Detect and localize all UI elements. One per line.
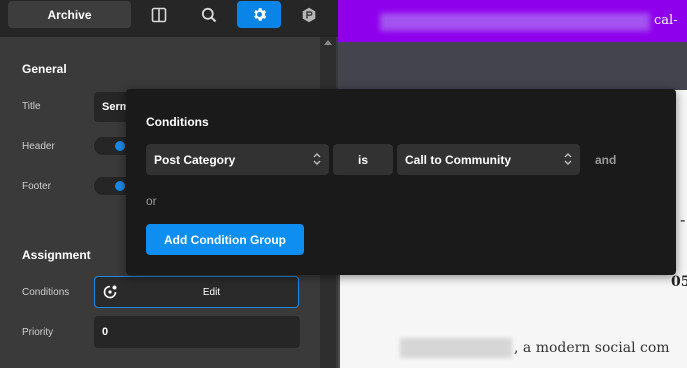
search-icon: [201, 7, 217, 23]
conditions-label: Conditions: [22, 287, 70, 298]
scroll-up-arrow-icon[interactable]: [324, 40, 332, 45]
priority-label: Priority: [22, 327, 54, 338]
condition-value-select[interactable]: Call to Community: [397, 144, 580, 175]
priority-input[interactable]: 0: [94, 316, 300, 348]
condition-operator[interactable]: is: [333, 144, 393, 175]
toggle-knob: [115, 141, 125, 151]
layout-button[interactable]: [137, 1, 181, 28]
settings-button[interactable]: [237, 1, 281, 28]
and-connector[interactable]: and: [595, 153, 616, 167]
header-label: Header: [22, 141, 55, 152]
title-label: Title: [22, 101, 41, 112]
content-body-text: , a modern social com: [514, 340, 670, 356]
content-number: 05: [671, 274, 687, 290]
add-condition-group-button[interactable]: Add Condition Group: [146, 224, 304, 255]
plugin-icon: [301, 7, 317, 23]
plugin-button[interactable]: [287, 1, 331, 28]
blurred-body-text: [400, 338, 512, 358]
section-title-general: General: [22, 62, 67, 76]
blurred-header-text: [380, 13, 650, 31]
popover-title: Conditions: [146, 115, 209, 129]
condition-field-select[interactable]: Post Category: [146, 144, 329, 175]
section-title-assignment: Assignment: [22, 248, 91, 262]
content-dash: -: [680, 210, 686, 229]
app-root: cal- - 05 , a modern social com Archive: [0, 0, 687, 368]
conditions-edit-field[interactable]: Edit: [94, 276, 299, 308]
or-separator: or: [146, 194, 157, 208]
settings-icon: [251, 6, 268, 23]
conditions-edit-button[interactable]: Edit: [95, 277, 298, 307]
toolbar-divider: [0, 35, 338, 37]
toggle-knob: [115, 181, 125, 191]
footer-label: Footer: [22, 181, 51, 192]
search-button[interactable]: [187, 1, 231, 28]
header-text-fragment: cal-: [654, 13, 678, 28]
condition-value-text: Call to Community: [405, 152, 512, 167]
sidebar-toolbar: Archive: [0, 0, 338, 35]
conditions-popover: Conditions Post Category is Call to Comm…: [126, 89, 676, 275]
updown-chevron-icon: [564, 152, 572, 166]
updown-chevron-icon: [313, 152, 321, 166]
condition-field-value: Post Category: [154, 152, 236, 167]
layout-icon: [151, 7, 167, 23]
site-dark-header: [338, 42, 687, 90]
tab-archive[interactable]: Archive: [8, 1, 131, 28]
